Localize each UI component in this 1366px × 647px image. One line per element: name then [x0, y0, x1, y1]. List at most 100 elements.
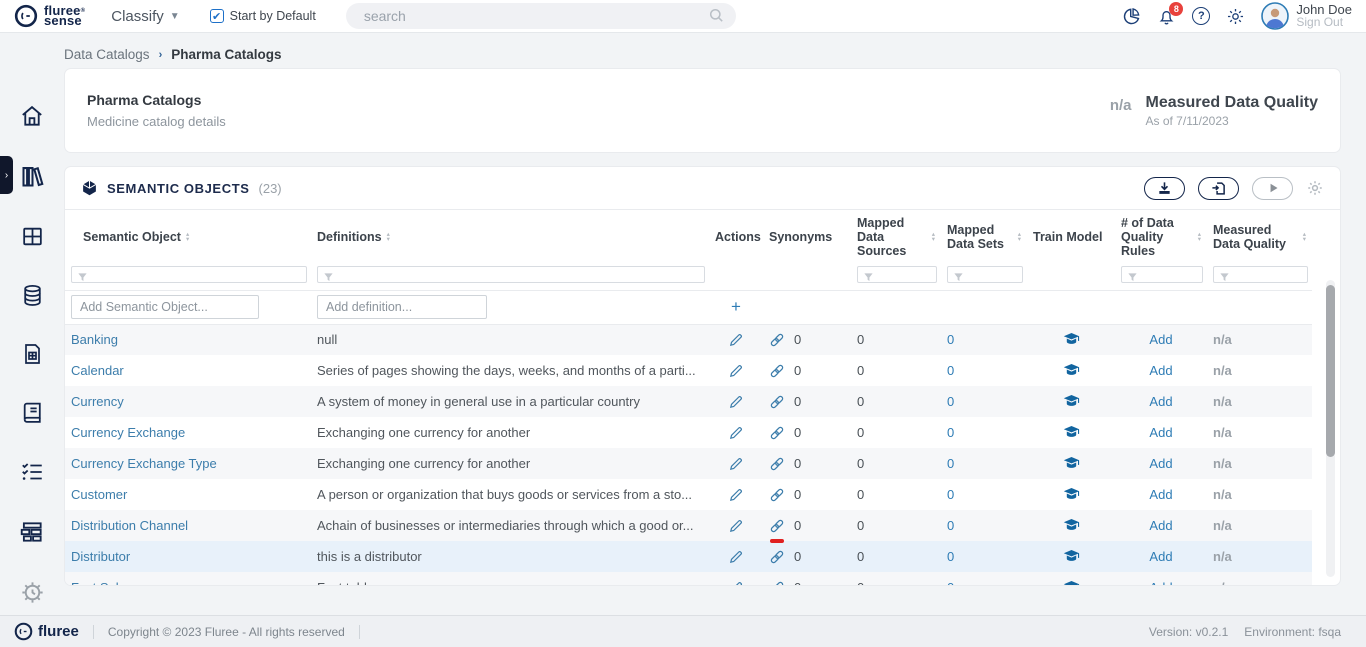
train-model-icon[interactable] — [1063, 394, 1080, 409]
sort-icon[interactable]: ▴▾ — [186, 232, 189, 242]
add-rule-link[interactable]: Add — [1149, 332, 1172, 347]
sidebar-item-jobs[interactable] — [0, 519, 64, 545]
filter-mapped-sets[interactable] — [947, 266, 1023, 283]
train-model-icon[interactable] — [1063, 332, 1080, 347]
sidebar-item-data-sets[interactable] — [0, 342, 64, 366]
filter-input[interactable] — [318, 268, 704, 282]
run-button[interactable] — [1252, 177, 1293, 200]
train-model-icon[interactable] — [1063, 487, 1080, 502]
mapped-sets-count[interactable]: 0 — [947, 425, 954, 440]
sidebar-item-home[interactable] — [0, 103, 64, 129]
gear-icon[interactable] — [1226, 7, 1245, 26]
train-model-icon[interactable] — [1063, 580, 1080, 586]
table-scrollbar[interactable] — [1326, 280, 1335, 577]
table-row[interactable]: Currency A system of money in general us… — [65, 386, 1312, 417]
sort-icon[interactable]: ▴▾ — [1303, 232, 1306, 242]
add-rule-link[interactable]: Add — [1149, 394, 1172, 409]
edit-icon[interactable] — [728, 518, 744, 534]
filter-definitions[interactable] — [317, 266, 705, 283]
sort-icon[interactable]: ▴▾ — [387, 232, 390, 242]
import-button[interactable] — [1198, 177, 1239, 200]
add-rule-link[interactable]: Add — [1149, 487, 1172, 502]
add-rule-link[interactable]: Add — [1149, 363, 1172, 378]
filter-measured-quality[interactable] — [1213, 266, 1308, 283]
mapped-sets-count[interactable]: 0 — [947, 487, 954, 502]
add-rule-link[interactable]: Add — [1149, 549, 1172, 564]
add-semantic-object-input[interactable] — [71, 295, 259, 319]
table-body-viewport[interactable]: + Banking null 0 0 0 Add n/a Calendar Se… — [65, 291, 1340, 586]
filter-dq-rules[interactable] — [1121, 266, 1203, 283]
user-menu[interactable]: John Doe Sign Out — [1261, 2, 1352, 30]
train-model-icon[interactable] — [1063, 518, 1080, 533]
mapped-sets-count[interactable]: 0 — [947, 394, 954, 409]
sort-icon[interactable]: ▴▾ — [1018, 232, 1021, 242]
semantic-object-link[interactable]: Distributor — [71, 549, 130, 564]
edit-icon[interactable] — [728, 580, 744, 587]
breadcrumb-data-catalogs[interactable]: Data Catalogs — [64, 47, 150, 62]
edit-icon[interactable] — [728, 549, 744, 565]
sort-icon[interactable]: ▴▾ — [932, 232, 935, 242]
train-model-icon[interactable] — [1063, 363, 1080, 378]
mapped-sets-count[interactable]: 0 — [947, 549, 954, 564]
semantic-object-link[interactable]: Currency Exchange — [71, 425, 185, 440]
bell-icon[interactable]: 8 — [1157, 7, 1176, 26]
sidebar-item-settings-history[interactable] — [0, 579, 64, 606]
link-icon[interactable] — [769, 332, 785, 348]
semantic-object-link[interactable]: Currency Exchange Type — [71, 456, 217, 471]
table-row[interactable]: Currency Exchange Exchanging one currenc… — [65, 417, 1312, 448]
brand-logo[interactable]: fluree® sense — [14, 4, 85, 28]
help-icon[interactable]: ? — [1192, 7, 1210, 25]
classify-dropdown[interactable]: Classify ▼ — [111, 8, 179, 25]
train-model-icon[interactable] — [1063, 549, 1080, 564]
mapped-sets-count[interactable]: 0 — [947, 518, 954, 533]
link-icon[interactable] — [769, 394, 785, 410]
link-icon[interactable] — [769, 549, 785, 565]
scrollbar-thumb[interactable] — [1326, 285, 1335, 457]
sidebar-item-data-catalogs[interactable]: › — [0, 163, 64, 190]
edit-icon[interactable] — [728, 456, 744, 472]
link-icon[interactable] — [769, 363, 785, 379]
link-icon[interactable] — [769, 487, 785, 503]
add-rule-link[interactable]: Add — [1149, 518, 1172, 533]
table-row[interactable]: Distribution Channel Achain of businesse… — [65, 510, 1312, 541]
add-row-button[interactable]: + — [715, 297, 757, 317]
sidebar-item-data-sources[interactable] — [0, 283, 64, 308]
semantic-object-link[interactable]: Banking — [71, 332, 118, 347]
sidebar-item-rules[interactable] — [0, 459, 64, 485]
edit-icon[interactable] — [728, 394, 744, 410]
sidebar-item-glossary[interactable] — [0, 400, 64, 425]
search-input[interactable] — [346, 3, 736, 29]
mapped-sets-count[interactable]: 0 — [947, 580, 954, 586]
table-row[interactable]: Customer A person or organization that b… — [65, 479, 1312, 510]
edit-icon[interactable] — [728, 363, 744, 379]
edit-icon[interactable] — [728, 425, 744, 441]
add-rule-link[interactable]: Add — [1149, 425, 1172, 440]
add-rule-link[interactable]: Add — [1149, 456, 1172, 471]
mapped-sets-count[interactable]: 0 — [947, 363, 954, 378]
link-icon[interactable] — [769, 425, 785, 441]
sidebar-item-grid[interactable] — [0, 224, 64, 249]
table-row[interactable]: Distributor this is a distributor 0 0 0 … — [65, 541, 1312, 572]
semantic-object-link[interactable]: Currency — [71, 394, 124, 409]
add-rule-link[interactable]: Add — [1149, 580, 1172, 586]
link-icon[interactable] — [769, 518, 785, 534]
add-definition-input[interactable] — [317, 295, 487, 319]
semantic-object-link[interactable]: Customer — [71, 487, 127, 502]
mapped-sets-count[interactable]: 0 — [947, 456, 954, 471]
filter-semantic-object[interactable] — [71, 266, 307, 283]
sign-out-link[interactable]: Sign Out — [1296, 16, 1352, 29]
semantic-object-link[interactable]: Calendar — [71, 363, 124, 378]
sort-icon[interactable]: ▴▾ — [1198, 232, 1201, 242]
table-row[interactable]: Currency Exchange Type Exchanging one cu… — [65, 448, 1312, 479]
table-settings-gear-icon[interactable] — [1306, 179, 1324, 197]
filter-input[interactable] — [72, 268, 306, 282]
link-icon[interactable] — [769, 456, 785, 472]
train-model-icon[interactable] — [1063, 425, 1080, 440]
download-button[interactable] — [1144, 177, 1185, 200]
table-row[interactable]: Banking null 0 0 0 Add n/a — [65, 324, 1312, 355]
train-model-icon[interactable] — [1063, 456, 1080, 471]
semantic-object-link[interactable]: Distribution Channel — [71, 518, 188, 533]
table-row[interactable]: Calendar Series of pages showing the day… — [65, 355, 1312, 386]
global-search[interactable] — [346, 3, 736, 29]
semantic-object-link[interactable]: Fact Sales — [71, 580, 132, 586]
